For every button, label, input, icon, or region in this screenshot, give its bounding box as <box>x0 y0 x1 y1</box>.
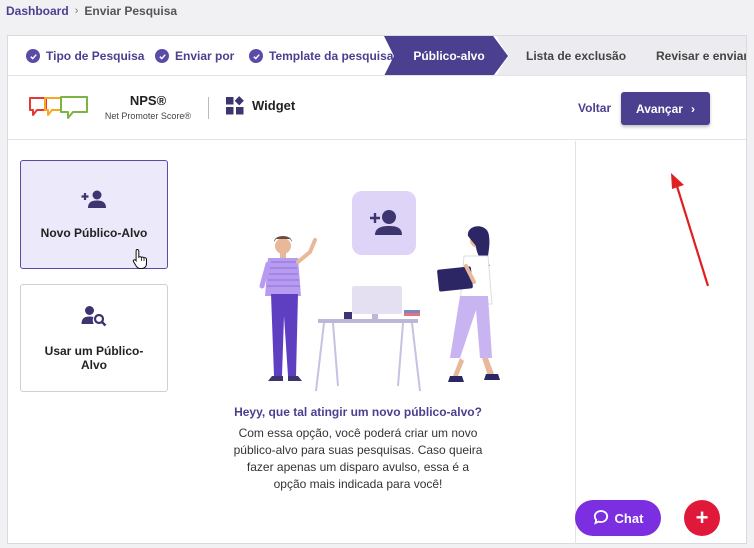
main-heading: Heyy, que tal atingir um novo público-al… <box>234 405 482 419</box>
add-person-icon <box>81 189 107 212</box>
chat-label: Chat <box>614 510 644 526</box>
chat-bubble-icon <box>593 509 609 528</box>
stepper: Tipo de Pesquisa Enviar por Template da … <box>8 36 746 76</box>
check-icon <box>249 49 263 63</box>
breadcrumb-separator-icon: › <box>74 5 79 17</box>
step-label: Revisar e enviar <box>656 49 746 63</box>
step-label: Público-alvo <box>413 49 485 63</box>
step-label: Tipo de Pesquisa <box>46 49 145 63</box>
step-revisar-e-enviar[interactable]: Revisar e enviar <box>656 36 746 75</box>
option-label: Usar um Público-Alvo <box>44 343 144 372</box>
check-icon <box>26 49 40 63</box>
step-publico-alvo[interactable]: Público-alvo <box>384 36 508 75</box>
audience-illustration <box>238 186 508 401</box>
main-description: Com essa opção, você poderá criar um nov… <box>233 426 483 491</box>
step-enviar-por[interactable]: Enviar por <box>155 36 235 75</box>
option-usar-publico-alvo[interactable]: Usar um Público-Alvo <box>20 284 168 392</box>
product-subtitle: Net Promoter Score® <box>104 111 192 121</box>
step-label: Lista de exclusão <box>526 49 627 63</box>
check-icon <box>155 49 169 63</box>
search-person-icon <box>81 305 107 330</box>
step-lista-de-exclusao[interactable]: Lista de exclusão <box>526 36 627 75</box>
breadcrumb: Dashboard › Enviar Pesquisa <box>6 4 177 18</box>
chat-button[interactable]: Chat <box>575 500 661 536</box>
breadcrumb-dashboard-link[interactable]: Dashboard <box>6 4 69 18</box>
divider <box>208 97 209 119</box>
nps-logo-icon <box>28 95 90 128</box>
plus-icon: + <box>695 505 709 530</box>
chevron-right-icon: › <box>690 101 695 116</box>
next-button-label: Avançar <box>636 101 683 116</box>
right-panel-divider <box>575 141 576 544</box>
step-tipo-de-pesquisa[interactable]: Tipo de Pesquisa <box>26 36 145 75</box>
step-label: Template da pesquisa <box>269 49 394 63</box>
widget-icon <box>225 96 245 121</box>
back-button[interactable]: Voltar <box>578 101 611 115</box>
annotation-arrow-icon <box>668 171 718 296</box>
wizard-card: Tipo de Pesquisa Enviar por Template da … <box>7 35 747 544</box>
add-fab-button[interactable]: + <box>684 500 720 536</box>
breadcrumb-current: Enviar Pesquisa <box>84 4 178 18</box>
product-header: NPS® Net Promoter Score® Widget Voltar A… <box>8 77 746 140</box>
hand-cursor-icon <box>132 248 150 275</box>
next-button[interactable]: Avançar › <box>621 92 710 125</box>
option-label: Novo Público-Alvo <box>40 226 148 240</box>
step-label: Enviar por <box>175 49 235 63</box>
channel-label: Widget <box>252 98 296 113</box>
step-template-da-pesquisa[interactable]: Template da pesquisa <box>249 36 394 75</box>
product-title: NPS® <box>129 93 167 108</box>
